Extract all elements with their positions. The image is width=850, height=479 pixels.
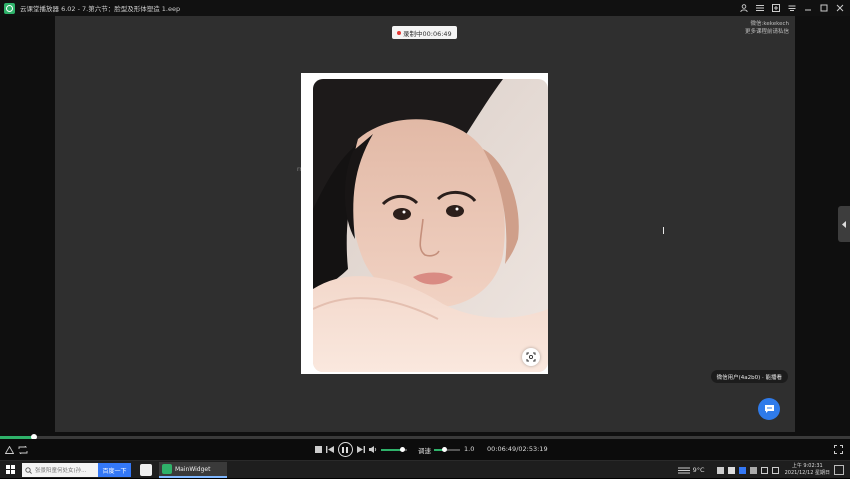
record-dot-icon: [397, 30, 401, 35]
stop-button[interactable]: [313, 443, 323, 456]
window-title: 云课堂播放器 6.02 - 7.第六节：脸型及形体塑造 1.eep: [20, 5, 181, 13]
clock-date: 2021/12/12 星期日: [784, 470, 830, 476]
warning-icon[interactable]: [3, 443, 15, 456]
pause-button[interactable]: [337, 442, 353, 457]
store-icon[interactable]: [140, 464, 152, 476]
taskbar-search-box[interactable]: 张景阳童何处女(孙...: [22, 463, 98, 477]
volume-button[interactable]: [368, 443, 378, 456]
search-placeholder: 张景阳童何处女(孙...: [35, 468, 87, 474]
portrait-image: [313, 79, 548, 372]
chat-bubble-icon: [764, 405, 774, 413]
weather-icon: [677, 467, 690, 473]
pause-icon: [337, 442, 353, 457]
chevron-left-icon: [841, 220, 846, 228]
scan-image-button[interactable]: [522, 348, 540, 366]
tray-shield-icon[interactable]: [738, 466, 746, 474]
windows-start-icon[interactable]: [6, 465, 15, 474]
speed-label: 调速: [418, 447, 431, 455]
search-go-button[interactable]: 百度一下: [98, 463, 131, 477]
settings-icon[interactable]: [787, 3, 796, 12]
user-icon[interactable]: [739, 3, 748, 12]
skip-forward-icon: [357, 446, 365, 453]
system-tray: 9°C 上午 9:02:31 2021/12/12 星期日: [677, 461, 850, 479]
taskbar-app-label: MainWidget: [175, 465, 211, 473]
taskbar-app-mainwidget[interactable]: MainWidget: [159, 462, 227, 478]
watermark-line-2: 更多课程前请私信: [744, 29, 789, 35]
tray-ime-icon[interactable]: [771, 466, 779, 474]
search-icon: [25, 466, 32, 474]
title-controls: [739, 3, 844, 12]
recording-time: 录制中00:06:49: [403, 29, 452, 38]
tray-app-icon[interactable]: [727, 466, 735, 474]
stop-icon: [314, 446, 322, 453]
mainwidget-app-icon: [162, 464, 172, 474]
time-display: 00:06:49/02:53:19: [487, 445, 548, 453]
volume-fill: [381, 449, 402, 451]
close-icon[interactable]: [835, 3, 844, 12]
tray-app-icon[interactable]: [716, 466, 724, 474]
list-icon[interactable]: [755, 3, 764, 12]
speed-slider[interactable]: [434, 447, 460, 452]
fullscreen-button[interactable]: [832, 443, 844, 456]
title-bar: 云课堂播放器 6.02 - 7.第六节：脸型及形体塑造 1.eep: [0, 0, 850, 16]
app-logo-icon: [4, 2, 15, 14]
notification-icon[interactable]: [834, 465, 844, 475]
clock-time: 上午 9:02:31: [791, 463, 823, 469]
tray-network-icon[interactable]: [749, 466, 757, 474]
fullscreen-icon: [833, 445, 843, 454]
control-bar: 调速 1.0 00:06:49/02:53:19: [0, 439, 850, 460]
temperature: 9°C: [692, 466, 705, 474]
chat-button[interactable]: [758, 398, 780, 420]
taskbar-clock[interactable]: 上午 9:02:31 2021/12/12 星期日: [785, 463, 830, 477]
tray-volume-icon[interactable]: [760, 466, 768, 474]
watermark-line-1: 微信:kekekech: [750, 21, 789, 27]
side-panel-toggle[interactable]: [838, 206, 850, 242]
volume-slider[interactable]: [381, 447, 407, 452]
previous-button[interactable]: [325, 443, 335, 456]
minimize-icon[interactable]: [803, 3, 812, 12]
windows-taskbar: 张景阳童何处女(孙... 百度一下 MainWidget 9°C 上午 9:02…: [0, 460, 850, 478]
speaker-icon: [369, 446, 377, 453]
recording-badge: 录制中00:06:49: [392, 26, 457, 39]
player-window: 云课堂播放器 6.02 - 7.第六节：脸型及形体塑造 1.eep 录制中00:…: [0, 0, 850, 460]
speed-value: 1.0: [464, 445, 475, 453]
speed-knob[interactable]: [442, 447, 448, 452]
viewer-badge: 微信用户(4a2b0) · 能播看: [710, 370, 788, 383]
volume-knob[interactable]: [399, 447, 405, 452]
text-cursor-icon: Ⅰ: [662, 226, 665, 237]
watermark-top-right: 微信:kekekech 更多课程前请私信: [745, 20, 789, 36]
scan-icon: [526, 352, 536, 362]
share-icon[interactable]: [771, 3, 780, 12]
loop-icon[interactable]: [17, 443, 29, 456]
maximize-icon[interactable]: [819, 3, 828, 12]
shared-image-frame: [301, 73, 548, 374]
video-stage[interactable]: 录制中00:06:49 微信:kekekech 更多课程前请私信 rr60000: [55, 16, 795, 432]
tray-icons: [716, 466, 779, 474]
skip-back-icon: [326, 446, 334, 453]
next-button[interactable]: [356, 443, 366, 456]
